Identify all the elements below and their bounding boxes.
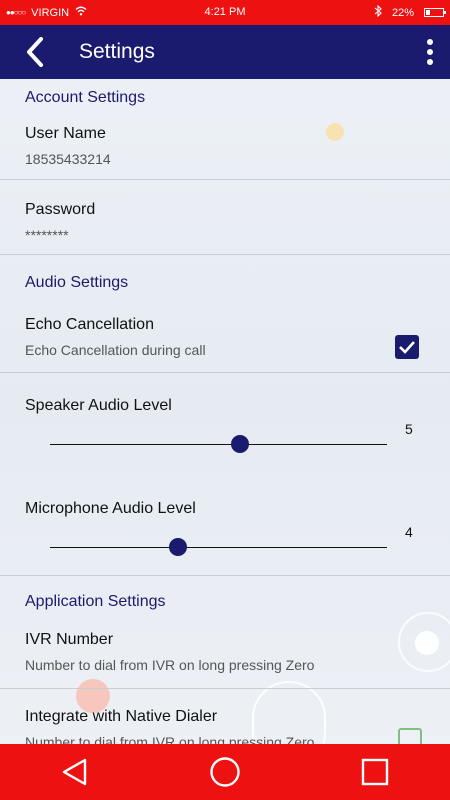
echo-cancellation-setting[interactable]: Echo Cancellation Echo Cancellation duri… [0,316,450,358]
speaker-slider-thumb[interactable] [231,435,249,453]
settings-list[interactable]: Account Settings User Name 18535433214 P… [0,79,450,744]
native-dialer-label: Integrate with Native Dialer [25,708,218,725]
echo-cancellation-checkbox[interactable] [395,335,419,359]
microphone-audio-level-setting: Microphone Audio Level [0,500,450,518]
divider [0,254,450,255]
password-label: Password [25,201,96,218]
native-dialer-checkbox[interactable] [398,728,422,744]
password-value: ******** [25,227,69,243]
microphone-slider-thumb[interactable] [169,538,187,556]
app-bar: Settings [0,25,450,79]
nav-recents-button[interactable] [345,744,405,800]
divider [0,575,450,576]
check-icon [399,341,415,354]
microphone-audio-level-label: Microphone Audio Level [25,500,196,517]
divider [0,688,450,689]
password-setting[interactable]: Password ******** [0,201,450,243]
username-value: 18535433214 [25,151,111,167]
microphone-audio-level-value: 4 [405,524,413,540]
native-dialer-setting[interactable]: Integrate with Native Dialer Number to d… [0,708,450,744]
nav-home-button[interactable] [195,744,255,800]
system-nav-bar [0,744,450,800]
circle-home-icon [210,757,240,787]
native-dialer-description: Number to dial from IVR on long pressing… [25,734,315,744]
section-header-account: Account Settings [25,89,146,106]
ivr-number-label: IVR Number [25,631,114,648]
battery-icon [424,8,446,17]
back-button[interactable] [0,25,70,79]
ivr-number-description: Number to dial from IVR on long pressing… [25,657,315,673]
triangle-back-icon [62,758,87,786]
echo-cancellation-label: Echo Cancellation [25,316,154,333]
more-vert-icon [427,39,433,45]
speaker-audio-level-label: Speaker Audio Level [25,397,172,414]
square-recents-icon [361,758,389,786]
overflow-menu-button[interactable] [410,25,450,79]
speaker-audio-level-setting: Speaker Audio Level [0,397,450,415]
status-bar: ●●○○○ VIRGIN 4:21 PM 22% [0,0,450,25]
speaker-audio-level-value: 5 [405,421,413,437]
section-header-application: Application Settings [25,593,166,610]
username-label: User Name [25,125,106,142]
page-title: Settings [79,40,155,63]
section-header-audio: Audio Settings [25,274,129,291]
speaker-slider-track[interactable] [50,444,387,445]
nav-back-button[interactable] [45,744,105,800]
divider [0,179,450,180]
divider [0,372,450,373]
ivr-number-setting[interactable]: IVR Number Number to dial from IVR on lo… [0,631,450,673]
back-arrow-icon [27,37,43,67]
echo-cancellation-description: Echo Cancellation during call [25,342,206,358]
username-setting[interactable]: User Name 18535433214 [0,125,450,167]
status-time: 4:21 PM [204,6,246,18]
microphone-slider-track[interactable] [50,547,387,548]
